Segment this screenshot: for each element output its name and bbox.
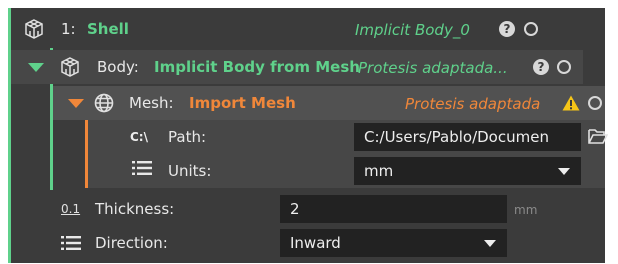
units-select[interactable]: mm: [354, 157, 581, 185]
mesh-parameters: C:\ Path: C:/Users/Pablo/Documen Units: …: [88, 120, 608, 188]
direction-row: Direction: Inward: [53, 226, 605, 260]
collapse-arrow-icon[interactable]: [68, 99, 84, 108]
mesh-name: Import Mesh: [189, 94, 296, 112]
lattice-cube-icon: [25, 19, 43, 39]
path-label: Path:: [168, 128, 207, 146]
units-label: Units:: [168, 162, 212, 180]
lattice-cube-icon: [61, 57, 79, 77]
body-header-row[interactable]: Body: Implicit Body from Mesh Protesis a…: [11, 50, 583, 84]
warning-icon[interactable]: [562, 95, 580, 111]
thickness-unit: mm: [514, 203, 538, 217]
help-icon[interactable]: ?: [499, 21, 515, 37]
mesh-header-row[interactable]: Mesh: Import Mesh Protesis adaptada: [53, 86, 605, 120]
mesh-output-name: Protesis adaptada: [405, 95, 541, 113]
shell-header-row[interactable]: 1: Shell Implicit Body_0 ?: [11, 12, 605, 46]
visibility-toggle-icon[interactable]: [524, 22, 538, 36]
path-input[interactable]: C:/Users/Pablo/Documen: [354, 123, 581, 151]
mesh-label: Mesh:: [129, 94, 174, 112]
folder-open-icon[interactable]: [588, 127, 608, 145]
collapse-arrow-icon[interactable]: [28, 63, 44, 72]
chevron-down-icon: [558, 168, 570, 175]
help-icon[interactable]: ?: [533, 59, 549, 75]
node-panel: 1: Shell Implicit Body_0 ? Body: Implici…: [8, 8, 608, 263]
thickness-input[interactable]: 2: [280, 195, 507, 223]
thickness-label: Thickness:: [95, 200, 175, 218]
list-icon: [61, 236, 81, 250]
mesh-globe-icon: [94, 93, 114, 113]
direction-label: Direction:: [95, 234, 168, 252]
visibility-toggle-icon[interactable]: [588, 96, 602, 110]
direction-select[interactable]: Inward: [280, 229, 507, 257]
shell-name: Shell: [87, 20, 129, 38]
direction-select-value: Inward: [290, 234, 341, 252]
shell-index: 1:: [61, 20, 76, 38]
path-prefix-icon: C:\: [130, 130, 148, 144]
visibility-toggle-icon[interactable]: [557, 60, 571, 74]
shell-output-name: Implicit Body_0: [355, 21, 470, 39]
shell-accent-bar: [8, 8, 11, 263]
body-name: Implicit Body from Mesh: [154, 58, 360, 76]
units-select-value: mm: [364, 162, 394, 180]
body-label: Body:: [97, 58, 139, 76]
thickness-row: 0.1 Thickness: 2 mm: [53, 192, 605, 226]
body-output-name: Protesis adaptada...: [358, 59, 508, 77]
list-icon: [132, 161, 152, 175]
decimal-value-icon: 0.1: [61, 202, 81, 216]
chevron-down-icon: [484, 240, 496, 247]
